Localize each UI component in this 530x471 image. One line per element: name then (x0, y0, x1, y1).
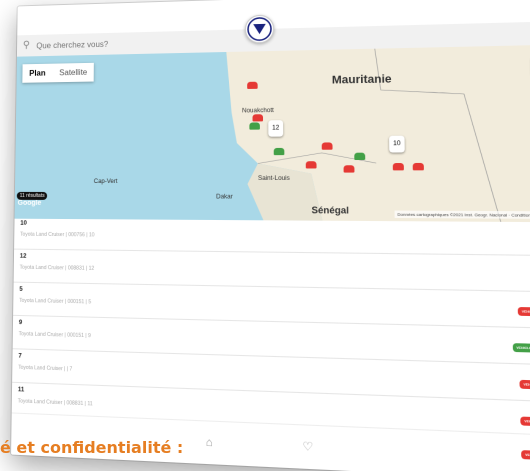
vehicle-marker[interactable] (252, 114, 264, 122)
city-label: Dakar (216, 194, 233, 201)
results-count-badge: 11 résultats (16, 191, 48, 200)
bell-icon[interactable]: ♡ (302, 439, 313, 454)
status-badge: VEHICLE IDLE (518, 306, 530, 317)
map-type-switch[interactable]: Plan Satellite (22, 62, 95, 83)
vehicle-marker[interactable] (247, 81, 258, 89)
country-label: Mauritanie (331, 73, 392, 87)
tab-plan[interactable]: Plan (22, 64, 52, 83)
vehicle-marker[interactable] (354, 152, 366, 161)
google-logo: Google (17, 199, 42, 207)
app-logo (244, 14, 275, 44)
vehicle-id: 11 (17, 387, 25, 394)
map-cluster[interactable]: 10 (389, 135, 405, 153)
vehicle-detail: Toyota Land Cruiser | | 7 (18, 364, 73, 373)
vehicle-marker[interactable] (412, 162, 424, 171)
city-label: Saint-Louis (257, 175, 290, 182)
tablet-frame: ⚲ Plan Satellite Mauritanie Sénégal Noua… (11, 0, 530, 471)
screenshot-stage: ⚲ Plan Satellite Mauritanie Sénégal Noua… (0, 0, 530, 471)
tab-satellite[interactable]: Satellite (52, 63, 94, 82)
vehicle-id: 5 (19, 286, 23, 293)
vehicle-detail: Toyota Land Cruiser | 000151 | 5 (19, 297, 92, 306)
vehicle-detail: Toyota Land Cruiser | 000756 | 10 (20, 231, 95, 239)
search-input[interactable] (34, 33, 345, 50)
vehicle-marker[interactable] (392, 163, 404, 171)
city-label: Cap-Vert (93, 178, 118, 186)
status-badge: VEHICLE IDLE (519, 379, 530, 390)
vehicle-marker[interactable] (321, 142, 333, 150)
vehicle-id: 9 (18, 320, 23, 327)
home-icon[interactable]: ⌂ (206, 436, 213, 449)
status-badge: VEHICLE IDLE (520, 416, 530, 427)
country-label: Sénégal (311, 204, 349, 216)
vehicle-detail: Toyota Land Cruiser | 008831 | 11 (17, 398, 93, 408)
vehicle-marker[interactable] (273, 147, 285, 156)
map-cluster[interactable]: 12 (268, 120, 284, 137)
vehicle-id: 12 (19, 253, 27, 260)
vehicle-detail: Toyota Land Cruiser | 008831 | 12 (19, 264, 95, 272)
map-view[interactable]: Plan Satellite Mauritanie Sénégal Nouakc… (14, 44, 530, 223)
map-attribution[interactable]: Données cartographiques ©2021 Inst. Geog… (394, 210, 530, 219)
vehicle-detail: Toyota Land Cruiser | 000151 | 9 (18, 331, 91, 340)
status-badge: VEHICLE IDLE (521, 450, 530, 461)
vehicle-id: 10 (20, 220, 27, 227)
vehicle-marker[interactable] (249, 122, 260, 130)
page-heading: é et confidentialité : (0, 438, 184, 457)
vehicle-marker[interactable] (305, 161, 317, 169)
search-icon: ⚲ (22, 39, 30, 51)
vehicle-marker[interactable] (343, 165, 355, 173)
status-badge: VEHICLE MOVING (512, 343, 530, 354)
vehicle-id: 7 (18, 353, 22, 360)
